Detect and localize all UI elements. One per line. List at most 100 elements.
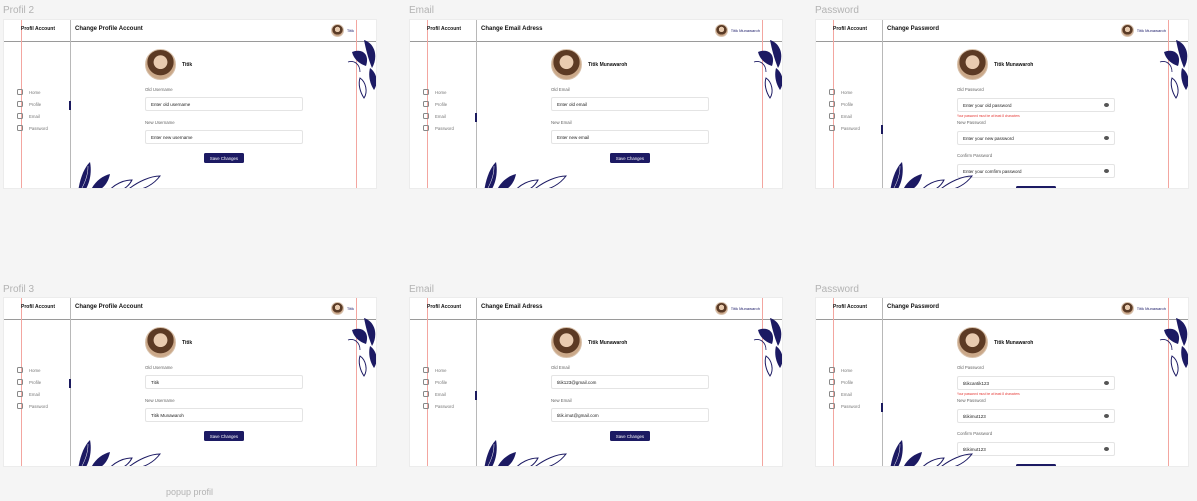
eye-icon[interactable] — [1104, 381, 1109, 385]
sidebar-item-profile[interactable]: Profile — [17, 376, 67, 388]
sidebar-divider — [882, 20, 883, 188]
mail-icon — [829, 391, 835, 397]
save-changes-button[interactable]: Save Changes — [610, 431, 650, 441]
user-menu[interactable]: Titik Munawaroh — [714, 23, 760, 38]
sidebar-item-label: Password — [29, 403, 48, 409]
sidebar-item-email[interactable]: Email — [423, 110, 473, 122]
input-field[interactable]: Enter your old password — [957, 98, 1115, 112]
input-field[interactable]: Enter new username — [145, 130, 303, 144]
sidebar-divider — [882, 298, 883, 466]
profile-avatar[interactable] — [551, 327, 582, 358]
brand-title: Profil Account — [427, 304, 461, 310]
profile-avatar[interactable] — [957, 49, 988, 80]
input-field[interactable]: Enter old email — [551, 97, 709, 111]
user-menu[interactable]: Titik Munawaroh — [714, 301, 760, 316]
field-label: New Email — [551, 398, 572, 403]
lock-icon — [423, 125, 429, 131]
sidebar-item-home[interactable]: Home — [423, 86, 473, 98]
leaf-decoration-icon — [753, 318, 782, 377]
sidebar-item-home[interactable]: Home — [829, 86, 879, 98]
sidebar-item-profile[interactable]: Profile — [829, 376, 879, 388]
sidebar-item-label: Home — [29, 89, 41, 95]
avatar — [330, 302, 344, 315]
profile-avatar[interactable] — [145, 327, 176, 358]
leaf-decoration-icon — [78, 162, 162, 188]
frame-label: Profil 3 — [3, 284, 35, 295]
sidebar-nav: Home Profile Email Password — [423, 86, 473, 134]
input-field[interactable]: Enter your comfirm password — [957, 164, 1115, 178]
input-field[interactable]: Enter your new password — [957, 131, 1115, 145]
leaf-decoration-icon — [484, 440, 568, 466]
sidebar-item-profile[interactable]: Profile — [17, 98, 67, 110]
sidebar-item-email[interactable]: Email — [829, 110, 879, 122]
frame-label: Profil 2 — [3, 5, 35, 16]
input-field[interactable]: titik123@gmail.com — [551, 375, 709, 389]
field-value: Enter your new password — [963, 135, 1014, 141]
mail-icon — [17, 113, 23, 119]
input-field[interactable]: titikimut123 — [957, 409, 1115, 423]
eye-icon[interactable] — [1104, 414, 1109, 418]
sidebar-item-home[interactable]: Home — [17, 364, 67, 376]
sidebar-item-password[interactable]: Password — [423, 400, 473, 412]
field-label: Old Password — [957, 365, 984, 370]
save-changes-button[interactable]: Save Changes — [204, 153, 244, 163]
sidebar-item-email[interactable]: Email — [423, 388, 473, 400]
screen-frame: Profil Account Change Password Titik Munaw… — [815, 297, 1189, 467]
sidebar-item-password[interactable]: Password — [423, 122, 473, 134]
sidebar-item-label: Profile — [841, 101, 854, 107]
sidebar-item-email[interactable]: Email — [17, 388, 67, 400]
user-icon — [17, 101, 23, 107]
user-menu[interactable]: Titik — [330, 23, 354, 38]
save-changes-button[interactable]: Save Changes — [610, 153, 650, 163]
eye-icon[interactable] — [1104, 169, 1109, 173]
input-field[interactable]: Enter new email — [551, 130, 709, 144]
sidebar-item-profile[interactable]: Profile — [423, 98, 473, 110]
user-menu[interactable]: Titik — [330, 301, 354, 316]
input-field[interactable]: Titik Munawaroh — [145, 408, 303, 422]
field-value: titik123@gmail.com — [557, 379, 597, 385]
user-menu[interactable]: Titik Munawaroh — [1120, 301, 1166, 316]
sidebar-item-profile[interactable]: Profile — [423, 376, 473, 388]
save-changes-button[interactable]: Save Changes — [204, 431, 244, 441]
input-field[interactable]: Titik — [145, 375, 303, 389]
eye-icon[interactable] — [1104, 136, 1109, 140]
profile-name: Titik Munawaroh — [588, 340, 628, 346]
input-field[interactable]: titikcantik123 — [957, 376, 1115, 390]
sidebar-item-label: Profile — [841, 379, 854, 385]
field-label: New Password — [957, 120, 986, 125]
brand-title: Profil Account — [833, 26, 867, 32]
profile-name: Titik Munawaroh — [588, 62, 628, 68]
sidebar-nav: Home Profile Email Password — [423, 364, 473, 412]
sidebar-item-home[interactable]: Home — [829, 364, 879, 376]
sidebar-item-email[interactable]: Email — [829, 388, 879, 400]
sidebar-nav: Home Profile Email Password — [829, 86, 879, 134]
sidebar-item-label: Home — [841, 367, 853, 373]
page-title: Change Profile Account — [75, 304, 143, 310]
sidebar-item-label: Email — [29, 391, 40, 397]
eye-icon[interactable] — [1104, 447, 1109, 451]
screen-frame: Profil Account Change Profile Account Titi… — [3, 19, 377, 189]
lock-icon — [829, 403, 835, 409]
input-field[interactable]: Enter old username — [145, 97, 303, 111]
mail-icon — [17, 391, 23, 397]
profile-avatar[interactable] — [957, 327, 988, 358]
save-changes-button[interactable]: Save Changes — [1016, 464, 1056, 466]
active-indicator — [881, 403, 883, 412]
sidebar-item-password[interactable]: Password — [829, 400, 879, 412]
input-field[interactable]: titikimut123 — [957, 442, 1115, 456]
sidebar-item-home[interactable]: Home — [423, 364, 473, 376]
eye-icon[interactable] — [1104, 103, 1109, 107]
sidebar-item-home[interactable]: Home — [17, 86, 67, 98]
sidebar-item-password[interactable]: Password — [17, 122, 67, 134]
save-changes-button[interactable]: Save Changes — [1016, 186, 1056, 188]
sidebar-item-password[interactable]: Password — [17, 400, 67, 412]
user-menu[interactable]: Titik Munawaroh — [1120, 23, 1166, 38]
profile-avatar[interactable] — [145, 49, 176, 80]
sidebar-item-profile[interactable]: Profile — [829, 98, 879, 110]
input-field[interactable]: titik.imut@gmail.com — [551, 408, 709, 422]
field-label: New Username — [145, 120, 175, 125]
popup-caption: popup profil — [166, 487, 214, 497]
sidebar-item-password[interactable]: Password — [829, 122, 879, 134]
profile-avatar[interactable] — [551, 49, 582, 80]
sidebar-item-email[interactable]: Email — [17, 110, 67, 122]
